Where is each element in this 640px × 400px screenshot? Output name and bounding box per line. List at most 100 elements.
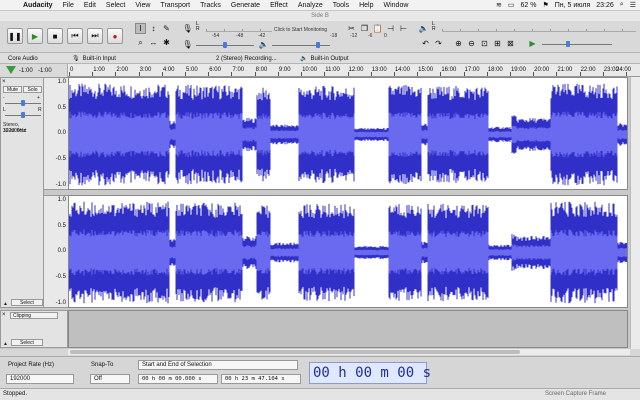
horizontal-scroll-thumb[interactable] (70, 350, 520, 354)
microphone-volume-icon: 🎙 (182, 40, 193, 49)
paste-icon[interactable]: 📋 (372, 23, 383, 34)
menu-transport[interactable]: Transport (155, 2, 195, 9)
ruler-tick-label: 8:00 (255, 67, 268, 73)
menu-edit[interactable]: Edit (79, 2, 101, 9)
menu-list-icon[interactable]: ☰ (630, 1, 636, 9)
horizontal-scrollbar[interactable] (68, 349, 630, 355)
pause-button[interactable]: ❚❚ (7, 28, 23, 44)
recording-device-select[interactable]: 🎙 Built-in Input (72, 54, 116, 63)
audio-host-select[interactable]: Core Audio (8, 54, 38, 63)
undo-icon[interactable]: ↶ (420, 38, 431, 49)
selection-end-time[interactable]: 00 h 23 m 47.104 s (221, 374, 301, 384)
record-button[interactable]: ● (107, 28, 123, 44)
zoom-in-icon[interactable]: ⊕ (453, 38, 464, 49)
app-menu[interactable]: Audacity (18, 2, 58, 9)
project-rate-label: Project Rate (Hz) (8, 362, 55, 368)
play-meter-speaker-icon[interactable]: 🔈 (418, 23, 429, 34)
cut-icon[interactable]: ✂ (346, 23, 357, 34)
clock-time[interactable]: 23:26 (596, 2, 614, 9)
clock-date[interactable]: Пн, 5 июля (555, 2, 591, 9)
pan-slider[interactable] (5, 112, 41, 118)
menu-window[interactable]: Window (379, 2, 414, 9)
selection-start-time[interactable]: 00 h 00 m 00.000 s (138, 374, 218, 384)
menu-extras: ≋ ▭ 62 % ⚑ Пн, 5 июля 23:26 ⌕ ☰ (496, 1, 640, 9)
stop-button[interactable]: ■ (47, 28, 63, 44)
skip-to-end-button[interactable]: ⏭ (87, 28, 103, 44)
recording-volume-slider[interactable] (196, 42, 254, 48)
gain-slider[interactable] (5, 100, 41, 106)
waveform-left-channel[interactable] (68, 77, 628, 190)
battery-icon[interactable]: ▭ (508, 1, 515, 9)
playback-volume-slider[interactable] (272, 42, 330, 48)
playback-device-select[interactable]: 🔈 Built-in Output (300, 54, 349, 63)
menu-select[interactable]: Select (101, 2, 130, 9)
audio-track-control-panel[interactable]: × Mute Solo - + L R Stereo, 192000Hz 32-… (0, 77, 44, 308)
monitoring-hint[interactable]: Click to Start Monitoring (274, 27, 327, 33)
project-rate-select[interactable]: 192000 (6, 374, 74, 384)
vertical-ruler-left-channel[interactable]: 1.0 0.5 0.0 -0.5 -1.0 (44, 77, 68, 190)
waveform-right-channel[interactable] (68, 195, 628, 308)
ruler-tick-label: 7:00 (232, 67, 245, 73)
trim-icon[interactable]: ⊣ (385, 23, 396, 34)
menu-effect[interactable]: Effect (265, 2, 293, 9)
menu-tools[interactable]: Tools (328, 2, 354, 9)
play-at-speed-icon[interactable]: ▶ (527, 38, 538, 49)
redo-icon[interactable]: ↷ (433, 38, 444, 49)
ruler-tick (324, 72, 326, 76)
collapse-label-track-icon[interactable]: ▲ (3, 341, 8, 347)
timeline-play-icon[interactable] (6, 66, 16, 74)
play-speed-slider[interactable] (542, 41, 612, 47)
playback-meter[interactable]: L R (430, 22, 636, 32)
ruler-tick-label: 11:00 (325, 67, 340, 73)
recording-channels-select[interactable]: 2 (Stereo) Recording... (216, 54, 277, 63)
ruler-tick (347, 72, 349, 76)
menu-tracks[interactable]: Tracks (195, 2, 226, 9)
audio-position-display[interactable]: 00 h 00 m 00 s (309, 362, 431, 384)
label-track-name-menu[interactable]: Clipping (10, 312, 58, 319)
scale-label: -0.5 (55, 156, 66, 162)
time-shift-tool-icon[interactable]: ↔ (148, 37, 159, 48)
zoom-toggle-icon[interactable]: ⊠ (505, 38, 516, 49)
skip-to-start-button[interactable]: ⏮ (67, 28, 83, 44)
collapse-track-icon[interactable]: ▲ (3, 301, 8, 307)
multi-tool-icon[interactable]: ✱ (161, 37, 172, 48)
ruler-tick (254, 72, 256, 76)
fit-project-icon[interactable]: ⊞ (492, 38, 503, 49)
selection-mode-select[interactable]: Start and End of Selection (138, 360, 298, 370)
silence-icon[interactable]: ⊢ (398, 23, 409, 34)
timeline-ruler[interactable]: -1:00 -1:00 0 1:00 2:00 3:00 4:00 5:00 6:00 7:0… (0, 64, 640, 77)
menu-view[interactable]: View (130, 2, 155, 9)
ruler-tick (602, 72, 604, 76)
select-label-track-button[interactable]: Select (11, 339, 43, 346)
menu-generate[interactable]: Generate (226, 2, 265, 9)
menu-analyze[interactable]: Analyze (293, 2, 328, 9)
ruler-tick (626, 72, 627, 76)
zoom-tool-icon[interactable]: ⌕ (135, 37, 146, 48)
fit-selection-icon[interactable]: ⊡ (479, 38, 490, 49)
select-track-button[interactable]: Select (11, 299, 43, 306)
wifi-icon[interactable]: ≋ (496, 1, 502, 9)
copy-icon[interactable]: ❐ (359, 23, 370, 34)
ruler-tick-label: 1:00 (93, 67, 105, 73)
scale-label: 1.0 (57, 79, 66, 85)
draw-tool-icon[interactable]: ✎ (161, 23, 172, 34)
vertical-ruler-right-channel[interactable]: 1.0 0.5 0.0 -0.5 -1.0 (44, 195, 68, 308)
envelope-tool-icon[interactable]: ↕ (148, 23, 159, 34)
record-meter[interactable]: L R (194, 22, 272, 32)
close-label-track-icon[interactable]: × (2, 312, 8, 318)
menu-file[interactable]: File (58, 2, 79, 9)
label-track-control-panel[interactable]: × Clipping ▲ Select (0, 310, 68, 348)
menu-help[interactable]: Help (354, 2, 378, 9)
flag-icon[interactable]: ⚑ (542, 1, 548, 9)
label-track-area[interactable] (68, 310, 628, 348)
snap-to-select[interactable]: Off (90, 374, 130, 384)
microphone-icon[interactable]: 🎙 (182, 23, 193, 34)
mute-button[interactable]: Mute (3, 86, 22, 93)
close-track-icon[interactable]: × (2, 79, 8, 85)
solo-button[interactable]: Solo (23, 86, 42, 93)
selection-tool-icon[interactable]: I (135, 23, 146, 34)
search-icon[interactable]: ⌕ (620, 1, 624, 9)
play-button[interactable]: ▶ (27, 28, 43, 44)
vertical-scrollbar[interactable] (630, 77, 640, 349)
zoom-out-icon[interactable]: ⊖ (466, 38, 477, 49)
